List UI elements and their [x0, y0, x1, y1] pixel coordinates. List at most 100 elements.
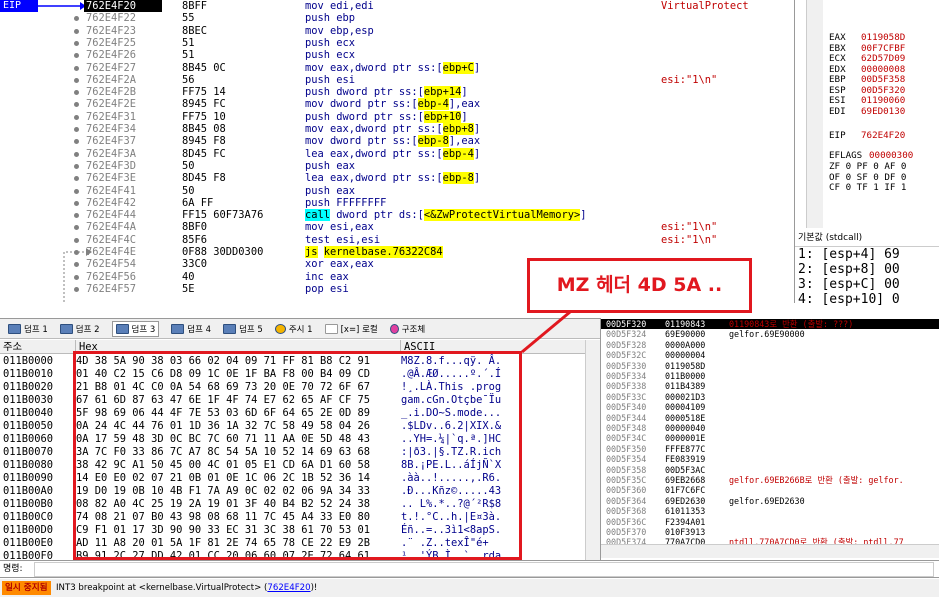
tab-7[interactable]: [x=] 로컬 [324, 323, 378, 335]
command-input[interactable] [34, 562, 934, 577]
disasm-row[interactable]: 762E4F34 8B45 08 mov eax,dword ptr ss:[ebp… [0, 123, 794, 135]
flags-row[interactable]: CF 0 TF 1 IF 1 [829, 182, 906, 193]
disasm-row[interactable]: 762E4F42 6A FF push FFFFFFFF [0, 197, 794, 209]
breakpoint-dot-icon[interactable] [74, 127, 79, 132]
disasm-row[interactable]: 762E4F4C 85F6 test esi,esi esi:"1\n" [0, 234, 794, 246]
tab-3[interactable]: 덤프 3 [111, 320, 160, 337]
stack-row[interactable]: 00D5F364 69ED2630 gelfor.69ED2630 [601, 496, 939, 506]
disasm-row[interactable]: 762E4F3D 50 push eax [0, 160, 794, 172]
stack-row[interactable]: 00D5F330 0119058D [601, 361, 939, 371]
stack-row[interactable]: 00D5F360 01F7C6FC [601, 485, 939, 495]
disasm-address: 762E4F37 [86, 135, 137, 148]
breakpoint-dot-icon[interactable] [74, 65, 79, 71]
stack-row[interactable]: 00D5F350 FFFE877C [601, 444, 939, 454]
stack-row[interactable]: 00D5F32C 00000004 [601, 350, 939, 360]
breakpoint-dot-icon[interactable] [74, 40, 79, 46]
disasm-row[interactable]: 762E4F22 55 push ebp [0, 12, 794, 24]
stack-row[interactable]: 00D5F324 69E90000 gelfor.69E90000 [601, 329, 939, 339]
register-value[interactable]: 00D5F358 [861, 74, 905, 85]
stack-row[interactable]: 00D5F368 61011353 [601, 506, 939, 516]
register-row-eip[interactable]: EIP 762E4F20 [829, 130, 905, 141]
breakpoint-dot-icon[interactable] [74, 188, 79, 194]
disasm-row[interactable]: 762E4F2A 56 push esi esi:"1\n" [0, 74, 794, 86]
breakpoint-dot-icon[interactable] [74, 151, 79, 157]
register-value[interactable]: 00000008 [861, 64, 905, 75]
register-row[interactable]: EBP 00D5F358 [829, 74, 905, 85]
disasm-row[interactable]: 762E4F4A 8BF0 mov esi,eax esi:"1\n" [0, 221, 794, 233]
breakpoint-dot-icon[interactable] [74, 28, 79, 34]
breakpoint-dot-icon[interactable] [74, 163, 79, 169]
stack-panel[interactable]: 00D5F320 01190843 01190843로 반환 (출발: ???) 00… [600, 318, 939, 560]
breakpoint-dot-icon[interactable] [74, 77, 79, 83]
stack-row[interactable]: 00D5F33C 000021D3 [601, 392, 939, 402]
disasm-row[interactable]: 762E4F27 8B45 0C mov eax,dword ptr ss:[ebp… [0, 61, 794, 74]
breakpoint-dot-icon[interactable] [74, 114, 79, 120]
breakpoint-dot-icon[interactable] [74, 176, 79, 182]
tab-6[interactable]: 주시 1 [274, 323, 313, 335]
register-row[interactable]: ECX 62D57D09 [829, 53, 905, 64]
register-row[interactable]: EDI 69ED0130 [829, 106, 905, 117]
breakpoint-dot-icon[interactable] [74, 225, 79, 231]
register-row[interactable]: EAX 0119058D [829, 32, 905, 43]
stack-row[interactable]: 00D5F354 FE083919 [601, 454, 939, 464]
status-address-link[interactable]: 762E4F20 [267, 583, 310, 593]
register-value[interactable]: 00000300 [869, 150, 913, 161]
disasm-row[interactable]: 762E4F2B FF75 14 push dword ptr ss:[ebp+14… [0, 86, 794, 99]
register-row[interactable]: ESI 01190060 [829, 95, 905, 106]
stack-row[interactable]: 00D5F348 00000040 [601, 423, 939, 433]
flags-row[interactable]: OF 0 SF 0 DF 0 [829, 172, 906, 183]
register-value[interactable]: 01190060 [861, 95, 905, 106]
tab-1[interactable]: 덤프 1 [8, 323, 48, 335]
tab-5[interactable]: 덤프 5 [223, 323, 263, 335]
disasm-row[interactable]: 762E4F37 8945 F8 mov dword ptr ss:[ebp-8],… [0, 135, 794, 148]
tab-4[interactable]: 덤프 4 [171, 323, 211, 335]
stack-row[interactable]: 00D5F36C F2394A01 [601, 517, 939, 527]
breakpoint-dot-icon[interactable] [74, 237, 79, 243]
stack-row[interactable]: 00D5F340 00004109 [601, 402, 939, 412]
register-row[interactable]: ESP 00D5F320 [829, 85, 905, 96]
disasm-row[interactable]: 762E4F20 8BFF mov edi,edi VirtualProtect [0, 0, 794, 12]
dump-scrollbar[interactable] [585, 340, 600, 561]
stack-row[interactable]: 00D5F35C 69EB2668 gelfor.69EB266B로 반환 (출발:… [601, 475, 939, 485]
register-value[interactable]: 0119058D [861, 32, 905, 43]
stack-row[interactable]: 00D5F344 0000518E [601, 413, 939, 423]
disasm-row[interactable]: 762E4F3E 8D45 F8 lea eax,dword ptr ss:[ebp… [0, 172, 794, 185]
disasm-row[interactable]: 762E4F4E 0F88 30DD0300 js kernelbase.76322… [0, 246, 794, 258]
register-row[interactable]: EDX 00000008 [829, 64, 905, 75]
tab-2[interactable]: 덤프 2 [59, 323, 100, 335]
register-row[interactable]: EBX 00F7CFBF [829, 43, 905, 54]
disasm-row[interactable]: 762E4F25 51 push ecx [0, 37, 794, 49]
stack-row[interactable]: 00D5F34C 0000001E [601, 433, 939, 443]
breakpoint-dot-icon[interactable] [74, 90, 79, 96]
breakpoint-dot-icon[interactable] [74, 200, 79, 206]
flags-row[interactable]: ZF 0 PF 0 AF 0 [829, 161, 906, 172]
register-value[interactable]: 00D5F320 [861, 85, 905, 96]
disasm-row[interactable]: 762E4F41 50 push eax [0, 185, 794, 197]
stack-scrollbar[interactable] [601, 544, 939, 558]
breakpoint-dot-icon[interactable] [74, 213, 79, 219]
breakpoint-dot-icon[interactable] [74, 16, 79, 22]
register-row-eflags[interactable]: EFLAGS 00000300 [829, 150, 913, 161]
register-value[interactable]: 69ED0130 [861, 106, 905, 117]
stack-row[interactable]: 00D5F358 00D5F3AC [601, 465, 939, 475]
disasm-row[interactable]: 762E4F3A 8D45 FC lea eax,dword ptr ss:[ebp… [0, 147, 794, 160]
register-value[interactable]: 762E4F20 [861, 130, 905, 141]
stack-row[interactable]: 00D5F328 0000A000 [601, 340, 939, 350]
calling-convention[interactable]: 기본값 (stdcall) [795, 228, 939, 247]
breakpoint-dot-icon[interactable] [74, 53, 79, 59]
disasm-bytes: FF15 60F73A76 [182, 209, 264, 222]
tab-8[interactable]: 구조체 [389, 323, 425, 335]
stack-row[interactable]: 00D5F320 01190843 01190843로 반환 (출발: ???) [601, 319, 939, 330]
register-value[interactable]: 00F7CFBF [861, 43, 905, 54]
disasm-row[interactable]: 762E4F23 8BEC mov ebp,esp [0, 25, 794, 37]
stack-row[interactable]: 00D5F370 010F3913 [601, 527, 939, 537]
stack-row[interactable]: 00D5F338 011B4389 [601, 381, 939, 391]
disasm-row[interactable]: 762E4F44 FF15 60F73A76 call dword ptr ds:[… [0, 209, 794, 222]
breakpoint-dot-icon[interactable] [74, 102, 79, 108]
disasm-row[interactable]: 762E4F31 FF75 10 push dword ptr ss:[ebp+10… [0, 110, 794, 123]
breakpoint-dot-icon[interactable] [74, 139, 79, 145]
disasm-row[interactable]: 762E4F26 51 push ecx [0, 49, 794, 61]
register-value[interactable]: 62D57D09 [861, 53, 905, 64]
disasm-row[interactable]: 762E4F2E 8945 FC mov dword ptr ss:[ebp-4],… [0, 98, 794, 111]
stack-row[interactable]: 00D5F334 011B0000 [601, 371, 939, 381]
